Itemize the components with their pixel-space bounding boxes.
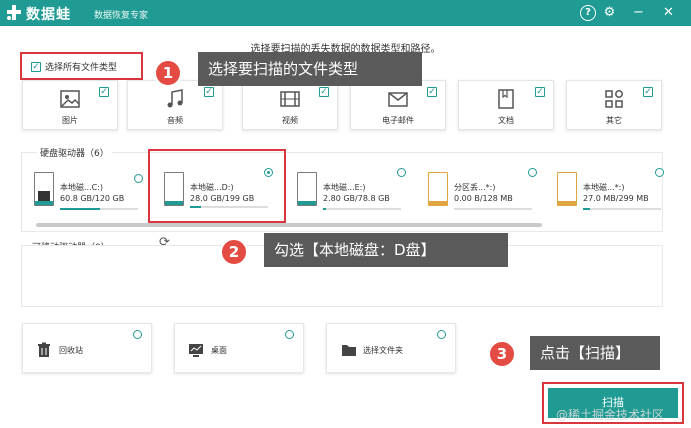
drive-icon xyxy=(428,172,448,206)
location-radio[interactable] xyxy=(285,330,294,339)
drives-scrollbar[interactable] xyxy=(36,223,542,227)
drive-usage-bar xyxy=(323,208,401,210)
location-recycle-bin[interactable]: 回收站 xyxy=(22,323,152,373)
drive-name: 分区丢...*:) xyxy=(454,183,496,192)
highlight-drive-d xyxy=(148,149,286,223)
callout-step-2: 勾选【本地磁盘：D盘】 xyxy=(264,233,508,267)
drive-radio[interactable] xyxy=(134,174,143,183)
minimize-icon[interactable]: − xyxy=(630,4,647,21)
filetype-label: 电子邮件 xyxy=(382,116,414,125)
trash-icon xyxy=(38,342,50,357)
drive-size: 2.80 GB/78.8 GB xyxy=(323,194,390,203)
location-radio[interactable] xyxy=(437,330,446,339)
checkbox-icon: ✓ xyxy=(643,87,653,97)
checkbox-icon: ✓ xyxy=(535,87,545,97)
title-bar: 数据蛙 数据恢复专家 ? ⚙ − ✕ xyxy=(0,0,691,26)
step-badge-2: 2 xyxy=(220,238,248,266)
app-brand: 数据蛙 xyxy=(26,7,71,23)
filetype-label: 文档 xyxy=(498,116,514,125)
checkbox-icon: ✓ xyxy=(204,87,214,97)
drive-size: 60.8 GB/120 GB xyxy=(60,194,125,203)
filetype-label: 其它 xyxy=(606,116,622,125)
watermark: @稀土掘金技术社区 xyxy=(556,408,665,422)
drive-usage-bar xyxy=(454,208,532,210)
location-label: 桌面 xyxy=(211,346,227,355)
step-badge-1: 1 xyxy=(154,59,182,87)
step-badge-3: 3 xyxy=(488,340,516,368)
checkbox-icon: ✓ xyxy=(99,87,109,97)
drive-c[interactable]: 本地磁...C:) 60.8 GB/120 GB xyxy=(24,168,144,218)
filetype-document[interactable]: ✓ 文档 xyxy=(458,80,554,130)
desktop-icon xyxy=(189,344,203,357)
drive-name: 本地磁...*:) xyxy=(583,183,625,192)
app-logo-icon xyxy=(7,5,21,20)
folder-icon xyxy=(342,345,356,356)
location-desktop[interactable]: 桌面 xyxy=(174,323,304,373)
drive-usage-bar xyxy=(583,208,661,210)
filetype-audio[interactable]: ✓ 音频 xyxy=(127,80,223,130)
drive-icon xyxy=(557,172,577,206)
drive-radio[interactable] xyxy=(528,168,537,177)
callout-step-1: 选择要扫描的文件类型 xyxy=(198,52,422,86)
hard-drives-title: 硬盘驱动器（6） xyxy=(37,146,112,159)
drive-e[interactable]: 本地磁...E:) 2.80 GB/78.8 GB xyxy=(287,168,407,218)
drive-icon xyxy=(34,172,54,206)
filetype-label: 音频 xyxy=(167,116,183,125)
filetype-video[interactable]: ✓ 视频 xyxy=(242,80,338,130)
filetype-label: 视频 xyxy=(282,116,298,125)
callout-step-3: 点击【扫描】 xyxy=(530,336,660,370)
checkbox-icon: ✓ xyxy=(427,87,437,97)
filetype-label: 图片 xyxy=(62,116,78,125)
help-icon[interactable]: ? xyxy=(580,5,596,21)
music-icon xyxy=(167,89,183,108)
checkbox-icon: ✓ xyxy=(319,87,329,97)
highlight-select-all xyxy=(20,52,143,80)
close-icon[interactable]: ✕ xyxy=(660,4,677,21)
mail-icon xyxy=(388,92,408,107)
drive-radio[interactable] xyxy=(397,168,406,177)
drive-size: 0.00 B/128 MB xyxy=(454,194,513,203)
drive-lost-partition[interactable]: 分区丢...*:) 0.00 B/128 MB xyxy=(418,168,538,218)
film-icon xyxy=(280,91,300,107)
drive-size: 27.0 MB/299 MB xyxy=(583,194,649,203)
document-icon xyxy=(498,89,514,109)
location-radio[interactable] xyxy=(133,330,142,339)
drive-usage-bar xyxy=(60,208,138,210)
drive-name: 本地磁...C:) xyxy=(60,183,104,192)
filetype-image[interactable]: ✓ 图片 xyxy=(22,80,118,130)
filetype-other[interactable]: ✓ 其它 xyxy=(566,80,662,130)
gear-icon[interactable]: ⚙ xyxy=(601,4,618,21)
filetype-email[interactable]: ✓ 电子邮件 xyxy=(350,80,446,130)
drive-icon xyxy=(297,172,317,206)
location-label: 选择文件夹 xyxy=(363,346,403,355)
location-select-folder[interactable]: 选择文件夹 xyxy=(326,323,456,373)
drive-radio[interactable] xyxy=(655,168,664,177)
apps-icon xyxy=(605,90,623,108)
drive-local-unknown[interactable]: 本地磁...*:) 27.0 MB/299 MB xyxy=(547,168,667,218)
drive-name: 本地磁...E:) xyxy=(323,183,366,192)
app-subtitle: 数据恢复专家 xyxy=(94,11,149,21)
image-icon xyxy=(60,90,80,108)
location-label: 回收站 xyxy=(59,346,83,355)
